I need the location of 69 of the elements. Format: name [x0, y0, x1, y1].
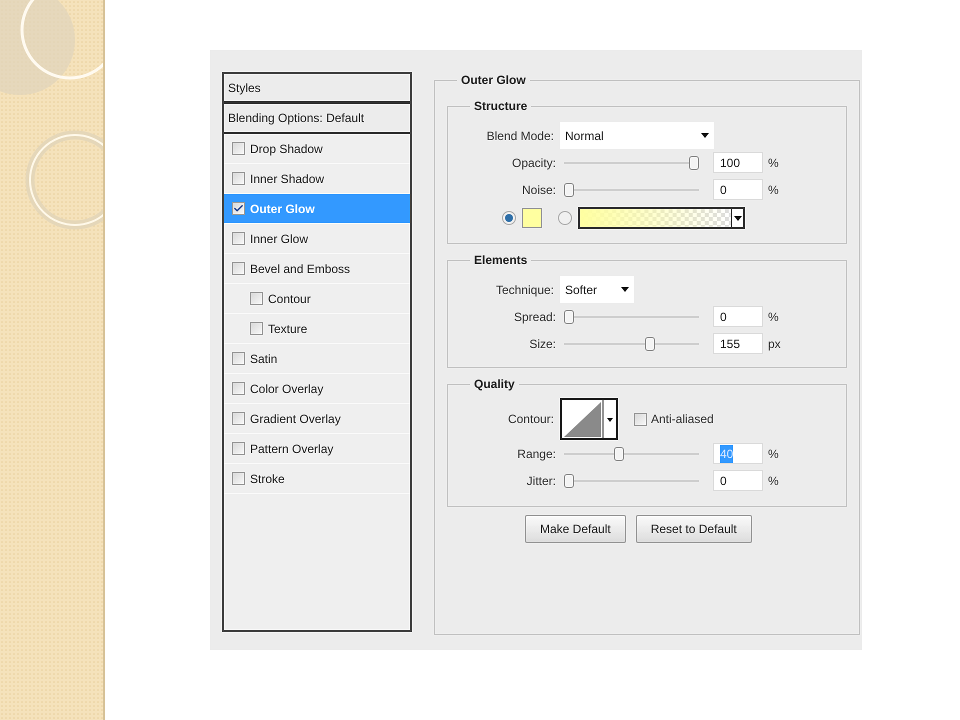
- slider-thumb[interactable]: [614, 446, 624, 460]
- field-value: 0: [720, 182, 727, 198]
- group-title: Quality: [474, 377, 515, 391]
- checkbox[interactable]: [232, 442, 245, 455]
- checkbox[interactable]: [634, 412, 647, 426]
- contour-picker[interactable]: [560, 398, 618, 440]
- slider-label: Opacity:: [510, 154, 557, 172]
- value-field[interactable]: 100: [713, 152, 763, 173]
- field-value: 0: [720, 472, 727, 490]
- slider-label: Range:: [516, 446, 557, 462]
- unit-label: %: [768, 472, 779, 490]
- radio-button[interactable]: [502, 211, 516, 225]
- field-label: Blend Mode:: [486, 128, 555, 144]
- checkbox[interactable]: [232, 142, 245, 155]
- dialog-button[interactable]: Make Default: [525, 515, 626, 543]
- slider-label: Noise:: [520, 182, 557, 198]
- checkbox[interactable]: [232, 172, 245, 185]
- caret-icon: [621, 287, 629, 292]
- checkbox[interactable]: [232, 232, 245, 245]
- slider-thumb[interactable]: [689, 156, 699, 170]
- unit-label: px: [768, 336, 781, 352]
- dialog-button[interactable]: Reset to Default: [636, 515, 752, 543]
- color-swatch[interactable]: [522, 208, 542, 228]
- checkbox[interactable]: [232, 352, 245, 365]
- radio-button[interactable]: [558, 211, 572, 225]
- field-value: 100: [720, 154, 740, 172]
- unit-label: %: [768, 446, 779, 462]
- unit-label: %: [768, 182, 779, 198]
- gradient-dropdown[interactable]: [578, 207, 745, 229]
- field-value: 0: [720, 308, 727, 326]
- caret-icon: [734, 216, 742, 220]
- checkbox[interactable]: [232, 382, 245, 395]
- value-field[interactable]: 155: [713, 333, 763, 354]
- check-icon: [233, 203, 244, 214]
- checkbox[interactable]: [250, 322, 263, 335]
- checkbox[interactable]: [250, 292, 263, 305]
- section-title: Outer Glow: [461, 73, 526, 87]
- slider-track[interactable]: [564, 472, 699, 488]
- field-value: 40: [720, 444, 734, 462]
- slider-track[interactable]: [564, 182, 699, 198]
- slider-thumb[interactable]: [645, 336, 656, 350]
- field-label: Technique:: [494, 282, 555, 298]
- checkbox[interactable]: [232, 472, 245, 485]
- slider-track[interactable]: [564, 308, 699, 324]
- field-value: 155: [720, 336, 740, 352]
- dropdown[interactable]: Softer: [560, 276, 634, 303]
- caret-icon: [701, 133, 709, 138]
- slider-label: Spread:: [512, 308, 557, 326]
- field-label: Contour:: [506, 411, 555, 428]
- slider-thumb[interactable]: [564, 474, 574, 488]
- value-field[interactable]: 0: [713, 470, 763, 491]
- slider-label: Jitter:: [526, 472, 557, 490]
- unit-label: %: [768, 154, 779, 172]
- slider-thumb[interactable]: [564, 310, 574, 324]
- value-field[interactable]: 0: [713, 179, 763, 200]
- checkbox[interactable]: [232, 412, 245, 425]
- slider-track[interactable]: [564, 446, 699, 462]
- unit-label: %: [768, 308, 779, 326]
- checkbox[interactable]: [232, 202, 245, 215]
- slider-thumb[interactable]: [564, 182, 574, 196]
- slider-label: Size:: [528, 336, 557, 352]
- group-title: Elements: [474, 253, 528, 267]
- group-title: Structure: [474, 99, 528, 113]
- slider-track[interactable]: [564, 336, 699, 352]
- slider-track[interactable]: [564, 154, 699, 170]
- checkbox-label: Anti-aliased: [651, 411, 714, 428]
- checkbox[interactable]: [232, 262, 245, 275]
- dropdown[interactable]: Normal: [560, 122, 714, 149]
- value-field[interactable]: 0: [713, 306, 763, 327]
